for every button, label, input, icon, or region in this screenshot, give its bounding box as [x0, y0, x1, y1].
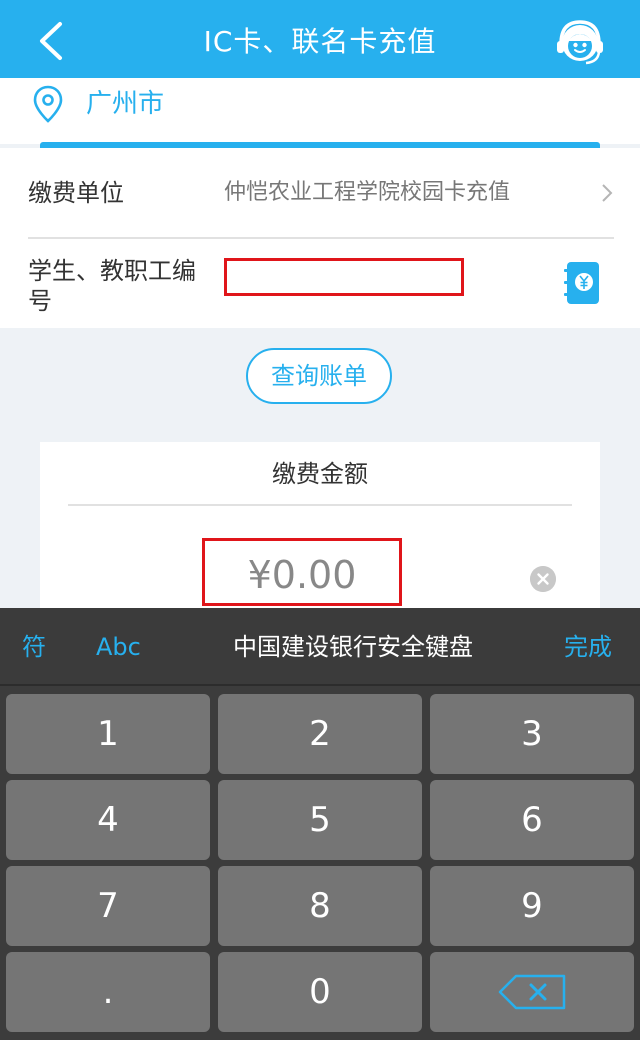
clear-icon[interactable] — [530, 566, 556, 592]
header-bar: IC卡、联名卡充值 — [0, 0, 640, 78]
done-button[interactable]: 完成 — [564, 630, 612, 664]
key-dot[interactable]: . — [6, 952, 210, 1032]
status-bar — [0, 0, 640, 6]
payment-form: 缴费单位 仲恺农业工程学院校园卡充值 学生、教职工编号 — [0, 148, 640, 328]
page-title: IC卡、联名卡充值 — [203, 25, 437, 58]
numeric-keypad: 1 2 3 4 5 6 7 8 9 . 0 — [0, 688, 640, 1040]
ledger-yuan-icon[interactable] — [562, 260, 602, 306]
keyboard-title: 中国建设银行安全键盘 — [233, 633, 473, 661]
staff-id-input[interactable] — [224, 258, 464, 296]
backspace-icon — [498, 974, 566, 1010]
key-5[interactable]: 5 — [218, 780, 422, 860]
key-0[interactable]: 0 — [218, 952, 422, 1032]
back-arrow-icon[interactable] — [30, 18, 76, 64]
amount-input[interactable]: ¥0.00 — [202, 538, 402, 606]
amount-divider — [68, 504, 572, 506]
secure-keyboard: 符 Abc 中国建设银行安全键盘 完成 1 2 3 4 5 6 7 8 9 . … — [0, 608, 640, 1040]
recharge-page: IC卡、联名卡充值 广州市 缴费单位 仲恺农业工程学院校园卡充值 学生、教职工编… — [0, 0, 640, 1040]
customer-service-icon[interactable] — [552, 14, 608, 70]
key-2[interactable]: 2 — [218, 694, 422, 774]
staff-id-label: 学生、教职工编号 — [28, 257, 196, 315]
amount-card: 缴费金额 ¥0.00 — [40, 442, 600, 612]
keyboard-toolbar: 符 Abc 中国建设银行安全键盘 完成 — [0, 608, 640, 686]
staff-id-row: 学生、教职工编号 — [0, 238, 640, 328]
payment-unit-row[interactable]: 缴费单位 仲恺农业工程学院校园卡充值 — [0, 148, 640, 239]
city-name: 广州市 — [86, 89, 165, 119]
key-9[interactable]: 9 — [430, 866, 634, 946]
abc-toggle-button[interactable]: Abc — [96, 630, 141, 664]
key-3[interactable]: 3 — [430, 694, 634, 774]
amount-value: ¥0.00 — [247, 553, 357, 597]
key-6[interactable]: 6 — [430, 780, 634, 860]
key-1[interactable]: 1 — [6, 694, 210, 774]
payment-unit-label: 缴费单位 — [28, 179, 124, 207]
symbol-toggle-button[interactable]: 符 — [22, 630, 46, 664]
city-selector[interactable]: 广州市 — [0, 78, 640, 144]
key-8[interactable]: 8 — [218, 866, 422, 946]
key-7[interactable]: 7 — [6, 866, 210, 946]
query-bill-button[interactable]: 查询账单 — [246, 348, 392, 404]
backspace-key[interactable] — [430, 952, 634, 1032]
location-pin-icon — [33, 85, 63, 123]
chevron-right-icon — [602, 184, 613, 202]
amount-title: 缴费金额 — [272, 460, 368, 488]
payment-unit-value: 仲恺农业工程学院校园卡充值 — [224, 180, 511, 205]
key-4[interactable]: 4 — [6, 780, 210, 860]
